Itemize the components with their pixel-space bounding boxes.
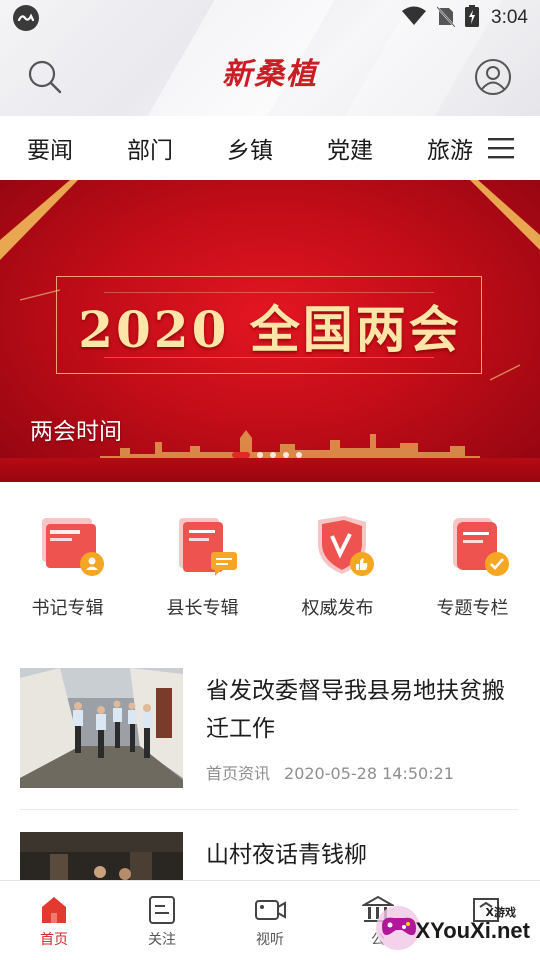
banner-carousel[interactable]: 2020 全国两会 两会时间 [0, 180, 540, 482]
tab-xiangzhen[interactable]: 乡镇 [200, 131, 300, 165]
news-thumbnail [20, 668, 183, 788]
news-meta: 首页资讯 2020-05-28 14:50:21 [206, 760, 454, 784]
video-icon [255, 900, 286, 920]
news-title: 山村夜话青钱柳 [206, 842, 367, 868]
tab-bumen[interactable]: 部门 [100, 131, 200, 165]
tab-label: 首页 [40, 932, 68, 948]
carousel-dot[interactable] [296, 452, 302, 458]
banner-title: 2020 全国两会 [78, 300, 462, 359]
tab-label: 关注 [148, 932, 176, 948]
news-item[interactable]: 省发改委督导我县易地扶贫搬迁工作 首页资讯 2020-05-28 14:50:21 [20, 668, 518, 810]
tab-yaowen[interactable]: 要闻 [0, 131, 100, 165]
watermark-text: XYouXi.net [415, 918, 531, 943]
quick-link-label: 专题专栏 [436, 598, 509, 619]
tab-media[interactable]: 视听 [216, 881, 324, 960]
site-watermark: X游戏 XYouXi.net [364, 896, 534, 956]
tab-dangjian[interactable]: 党建 [300, 131, 400, 165]
quick-link-label: 书记专辑 [31, 598, 104, 619]
profile-album-icon [42, 518, 104, 576]
menu-icon[interactable] [488, 136, 514, 160]
user-icon [475, 59, 511, 95]
wifi-icon [401, 6, 427, 30]
quick-link-zhuanti[interactable]: 专题专栏 [405, 500, 540, 630]
quick-links: 书记专辑 县长专辑 权威发布 专题专栏 [0, 500, 540, 630]
carousel-dot[interactable] [283, 452, 289, 458]
carousel-dot[interactable] [270, 452, 276, 458]
search-button[interactable] [26, 58, 64, 96]
quick-link-quanwei[interactable]: 权威发布 [270, 500, 405, 630]
battery-charging-icon [465, 5, 480, 31]
quick-link-shuji[interactable]: 书记专辑 [0, 500, 135, 630]
quick-link-xianzhang[interactable]: 县长专辑 [135, 500, 270, 630]
status-time: 3:04 [491, 7, 528, 28]
carousel-dot-active[interactable] [232, 452, 250, 458]
news-source: 首页资讯 [206, 764, 271, 783]
status-bar: 3:04 [0, 0, 540, 36]
channel-tabs: 要闻 部门 乡镇 党建 旅游 [0, 116, 540, 180]
app-header: 新桑植 [0, 40, 540, 116]
quick-link-label: 权威发布 [301, 598, 374, 619]
no-sim-icon [436, 5, 456, 31]
quick-link-label: 县长专辑 [166, 598, 239, 619]
news-time: 2020-05-28 14:50:21 [284, 764, 454, 783]
user-profile-button[interactable] [474, 58, 512, 96]
app-logo: 新桑植 [222, 57, 318, 92]
search-icon [28, 60, 62, 94]
app-notification-icon [13, 5, 39, 31]
checked-scroll-icon [453, 518, 509, 576]
news-thumbnail [20, 832, 183, 882]
carousel-dot[interactable] [257, 452, 263, 458]
tab-follow[interactable]: 关注 [108, 881, 216, 960]
banner-caption: 两会时间 [30, 419, 122, 445]
carousel-indicators [232, 452, 302, 458]
home-icon [42, 897, 66, 923]
news-title: 省发改委督导我县易地扶贫搬迁工作 [206, 678, 505, 742]
note-icon [149, 896, 175, 924]
chat-album-icon [179, 518, 237, 576]
tab-label: 视听 [256, 932, 284, 948]
thumbs-up-shield-icon [318, 516, 374, 576]
tab-home[interactable]: 首页 [0, 881, 108, 960]
banner-band [0, 458, 540, 482]
news-item[interactable]: 山村夜话青钱柳 [20, 832, 518, 882]
tab-lvyou[interactable]: 旅游 [400, 131, 500, 165]
